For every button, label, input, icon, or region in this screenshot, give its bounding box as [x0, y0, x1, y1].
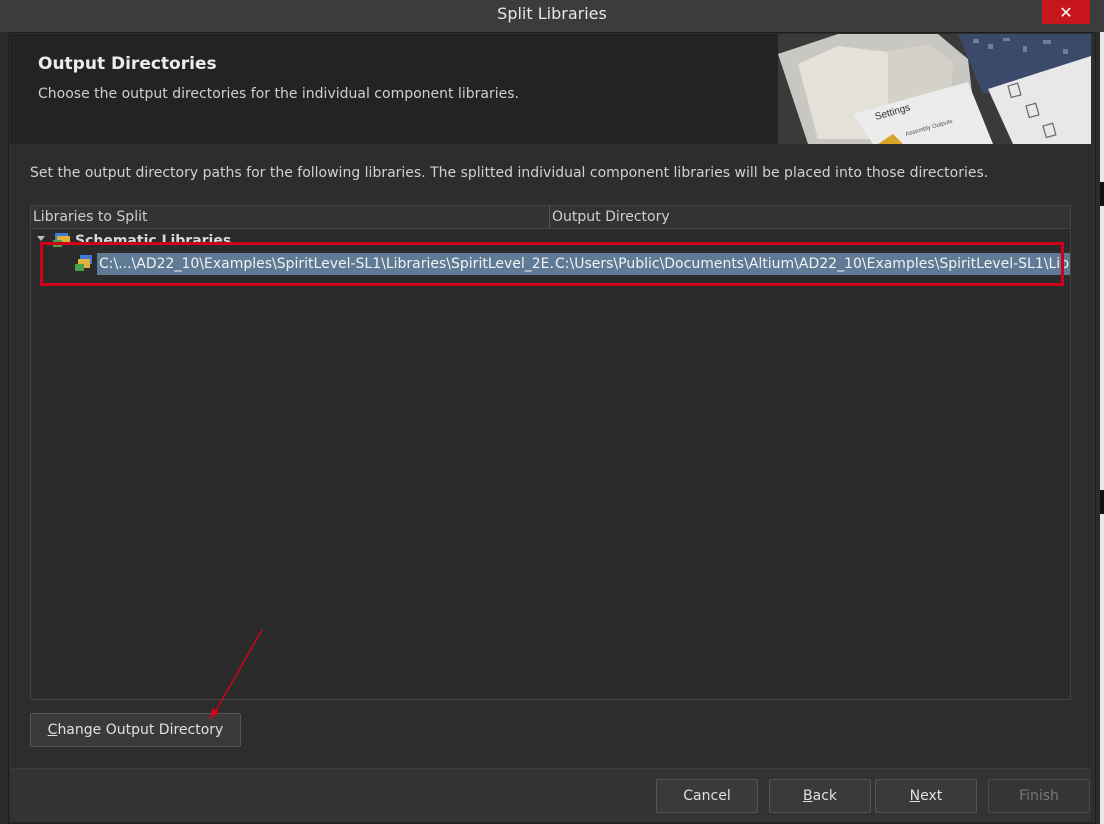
list-header: Libraries to Split Output Directory — [31, 206, 1070, 229]
close-button[interactable]: ✕ — [1042, 0, 1090, 24]
edge-mark — [1100, 490, 1104, 514]
background-window-edge — [1100, 0, 1104, 824]
back-button[interactable]: Back — [769, 779, 871, 813]
expand-arrow-icon[interactable] — [37, 236, 45, 241]
page-title: Output Directories — [38, 54, 217, 74]
instructions-text: Set the output directory paths for the f… — [30, 165, 989, 181]
column-header-libraries[interactable]: Libraries to Split — [33, 209, 147, 225]
annotation-arrow — [210, 629, 263, 720]
title-bar[interactable]: Split Libraries ✕ — [0, 0, 1104, 32]
window-title: Split Libraries — [497, 4, 607, 23]
page-subtitle: Choose the output directories for the in… — [38, 86, 519, 102]
annotation-highlight-box — [40, 242, 1064, 286]
column-header-output[interactable]: Output Directory — [552, 209, 670, 225]
header-illustration: Settings Assembly Outputs — [778, 34, 1091, 144]
cancel-button[interactable]: Cancel — [656, 779, 758, 813]
column-divider[interactable] — [549, 206, 550, 228]
close-icon: ✕ — [1059, 2, 1073, 22]
wizard-header: Output Directories Choose the output dir… — [10, 34, 1091, 144]
edge-mark — [1100, 182, 1104, 206]
split-libraries-dialog: Output Directories Choose the output dir… — [8, 32, 1096, 824]
next-button[interactable]: Next — [875, 779, 977, 813]
finish-button: Finish — [988, 779, 1090, 813]
